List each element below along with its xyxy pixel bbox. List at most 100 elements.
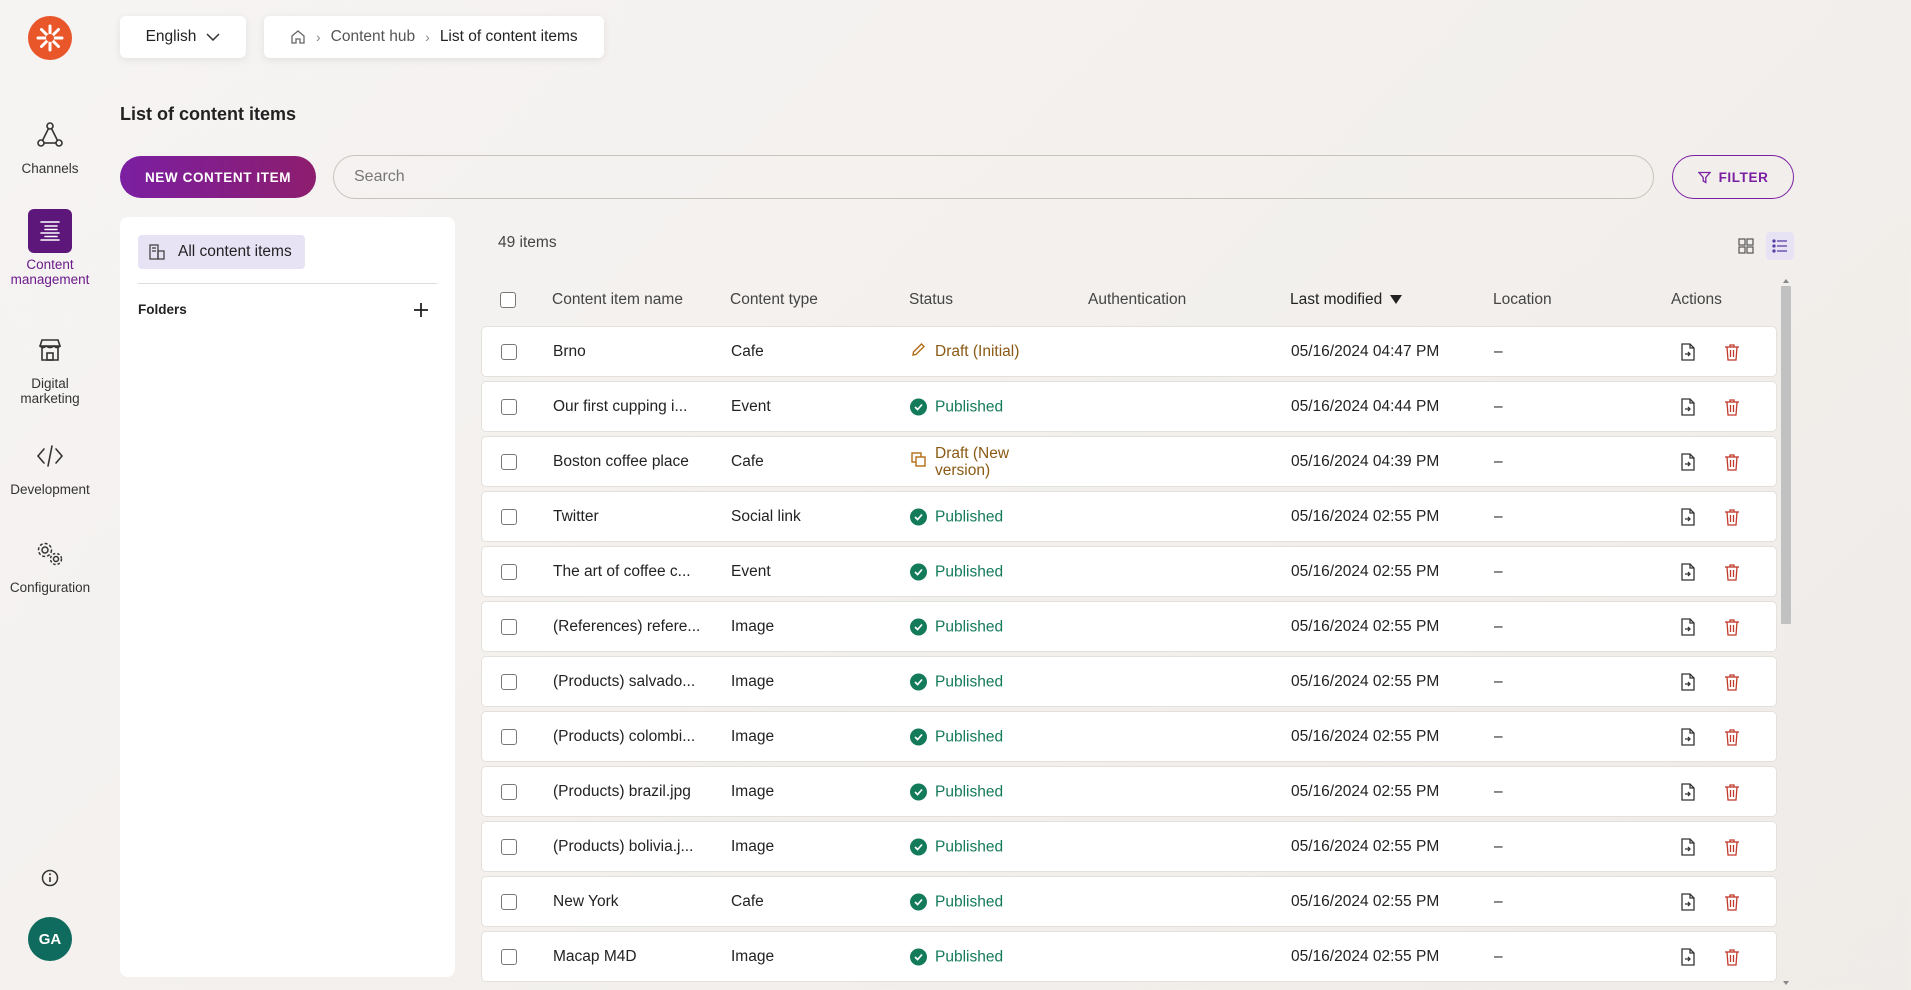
table-row[interactable]: Macap M4D Image Published 05/16/2024 02:…: [481, 931, 1777, 982]
item-name[interactable]: (References) refere...: [553, 618, 700, 636]
add-folder-icon[interactable]: [410, 299, 432, 321]
folders-heading: Folders: [138, 302, 187, 317]
open-document-icon[interactable]: [1678, 672, 1698, 692]
list-view-icon[interactable]: [1766, 232, 1794, 260]
row-checkbox[interactable]: [501, 398, 517, 415]
open-document-icon[interactable]: [1678, 397, 1698, 417]
row-checkbox[interactable]: [501, 563, 517, 580]
search-input[interactable]: [333, 155, 1654, 199]
open-document-icon[interactable]: [1678, 617, 1698, 637]
item-name[interactable]: Brno: [553, 343, 586, 361]
nav-digital-marketing[interactable]: Digital marketing: [0, 328, 100, 406]
item-name[interactable]: The art of coffee c...: [553, 563, 691, 581]
delete-icon[interactable]: [1722, 342, 1742, 362]
status-text: Published: [935, 673, 1004, 690]
item-name[interactable]: Boston coffee place: [553, 453, 689, 471]
item-name[interactable]: (Products) bolivia.j...: [553, 838, 693, 856]
item-name[interactable]: New York: [553, 893, 618, 911]
delete-icon[interactable]: [1722, 452, 1742, 472]
select-all-checkbox[interactable]: [500, 292, 516, 308]
column-header[interactable]: Authentication: [1088, 291, 1186, 309]
table-row[interactable]: Boston coffee place Cafe Draft (New vers…: [481, 436, 1777, 487]
open-document-icon[interactable]: [1678, 342, 1698, 362]
last-modified: 05/16/2024 02:55 PM: [1291, 947, 1440, 965]
delete-icon[interactable]: [1722, 837, 1742, 857]
table-row[interactable]: (Products) brazil.jpg Image Published 05…: [481, 766, 1777, 817]
delete-icon[interactable]: [1722, 947, 1742, 967]
row-checkbox[interactable]: [501, 343, 517, 360]
row-checkbox[interactable]: [501, 453, 517, 470]
delete-icon[interactable]: [1722, 892, 1742, 912]
delete-icon[interactable]: [1722, 672, 1742, 692]
item-name[interactable]: Twitter: [553, 508, 599, 526]
table-row[interactable]: (Products) bolivia.j... Image Published …: [481, 821, 1777, 872]
row-checkbox[interactable]: [501, 948, 517, 965]
row-checkbox[interactable]: [501, 893, 517, 910]
nav-content-management[interactable]: Content management: [0, 209, 100, 287]
new-content-item-button[interactable]: NEW CONTENT ITEM: [120, 156, 316, 198]
column-header[interactable]: Content item name: [552, 291, 683, 309]
table-row[interactable]: Twitter Social link Published 05/16/2024…: [481, 491, 1777, 542]
nav-label: Channels: [21, 161, 79, 176]
item-name[interactable]: (Products) colombi...: [553, 728, 695, 746]
column-header[interactable]: Location: [1493, 291, 1552, 309]
item-name[interactable]: Our first cupping i...: [553, 398, 687, 416]
scrollbar-thumb[interactable]: [1781, 286, 1791, 624]
delete-icon[interactable]: [1722, 397, 1742, 417]
open-document-icon[interactable]: [1678, 837, 1698, 857]
nav-label: Configuration: [9, 580, 91, 595]
column-header-sorted[interactable]: Last modified: [1290, 291, 1403, 309]
info-icon[interactable]: [39, 867, 61, 889]
column-header[interactable]: Content type: [730, 291, 818, 309]
item-name[interactable]: (Products) salvado...: [553, 673, 695, 691]
row-checkbox[interactable]: [501, 673, 517, 690]
last-modified: 05/16/2024 02:55 PM: [1291, 727, 1440, 745]
location: –: [1494, 727, 1503, 745]
table-row[interactable]: (References) refere... Image Published 0…: [481, 601, 1777, 652]
delete-icon[interactable]: [1722, 507, 1742, 527]
item-name[interactable]: (Products) brazil.jpg: [553, 783, 691, 801]
table-row[interactable]: New York Cafe Published 05/16/2024 02:55…: [481, 876, 1777, 927]
published-check-icon: [910, 948, 927, 965]
open-document-icon[interactable]: [1678, 727, 1698, 747]
open-document-icon[interactable]: [1678, 782, 1698, 802]
delete-icon[interactable]: [1722, 562, 1742, 582]
nav-channels[interactable]: Channels: [0, 113, 100, 176]
delete-icon[interactable]: [1722, 727, 1742, 747]
row-checkbox[interactable]: [501, 508, 517, 525]
open-document-icon[interactable]: [1678, 892, 1698, 912]
breadcrumb-content-hub[interactable]: Content hub: [331, 28, 415, 46]
delete-icon[interactable]: [1722, 782, 1742, 802]
location: –: [1494, 507, 1503, 525]
filter-button[interactable]: FILTER: [1672, 155, 1794, 199]
table-row[interactable]: (Products) colombi... Image Published 05…: [481, 711, 1777, 762]
home-icon[interactable]: [290, 29, 306, 45]
row-checkbox[interactable]: [501, 728, 517, 745]
open-document-icon[interactable]: [1678, 507, 1698, 527]
table-row[interactable]: Brno Cafe Draft (Initial) 05/16/2024 04:…: [481, 326, 1777, 377]
table-row[interactable]: The art of coffee c... Event Published 0…: [481, 546, 1777, 597]
language-select[interactable]: English: [120, 16, 246, 58]
row-checkbox[interactable]: [501, 838, 517, 855]
table-row[interactable]: Our first cupping i... Event Published 0…: [481, 381, 1777, 432]
last-modified: 05/16/2024 02:55 PM: [1291, 782, 1440, 800]
delete-icon[interactable]: [1722, 617, 1742, 637]
last-modified: 05/16/2024 02:55 PM: [1291, 837, 1440, 855]
column-header[interactable]: Status: [909, 291, 953, 309]
status-text: Published: [935, 948, 1004, 965]
all-content-items[interactable]: All content items: [138, 235, 305, 269]
open-document-icon[interactable]: [1678, 562, 1698, 582]
nav-configuration[interactable]: Configuration: [0, 532, 100, 595]
last-modified: 05/16/2024 04:39 PM: [1291, 452, 1440, 470]
open-document-icon[interactable]: [1678, 452, 1698, 472]
open-document-icon[interactable]: [1678, 947, 1698, 967]
logo[interactable]: [28, 16, 72, 60]
nav-development[interactable]: Development: [0, 434, 100, 497]
item-name[interactable]: Macap M4D: [553, 948, 637, 966]
table-row[interactable]: (Products) salvado... Image Published 05…: [481, 656, 1777, 707]
row-checkbox[interactable]: [501, 783, 517, 800]
grid-view-icon[interactable]: [1732, 232, 1760, 260]
avatar[interactable]: GA: [28, 917, 72, 961]
row-checkbox[interactable]: [501, 618, 517, 635]
item-type: Cafe: [731, 342, 764, 360]
